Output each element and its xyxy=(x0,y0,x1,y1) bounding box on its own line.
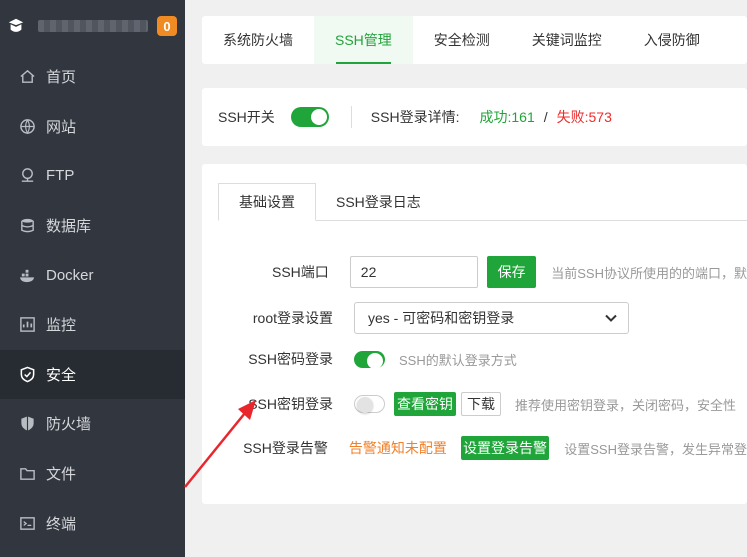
sidebar-item-label: 防火墙 xyxy=(46,416,92,434)
sidebar-item-security[interactable]: 安全 xyxy=(0,349,185,400)
fail-label: 失败: xyxy=(556,109,589,125)
tab-intrusion-prevention[interactable]: 入侵防御 xyxy=(623,16,721,64)
sidebar-header: 0 xyxy=(0,0,185,52)
docker-icon xyxy=(18,266,36,284)
password-login-toggle[interactable] xyxy=(354,350,385,369)
key-login-toggle[interactable] xyxy=(354,395,385,413)
sidebar-item-terminal[interactable]: 终端 xyxy=(0,498,185,548)
password-login-label: SSH密码登录 xyxy=(248,351,333,367)
database-icon xyxy=(18,217,36,235)
sidebar-nav: 首页 网站 FTP 数据库 Docker 监控 安全 防火墙 文件 终端 xyxy=(0,52,185,548)
sidebar-item-website[interactable]: 网站 xyxy=(0,102,185,152)
key-login-row: SSH密钥登录 查看密钥 下载 推荐使用密钥登录，关闭密码，安全性 xyxy=(202,392,747,416)
set-login-alert-button[interactable]: 设置登录告警 xyxy=(460,436,550,460)
terminal-icon xyxy=(18,514,36,532)
root-login-value: yes - 可密码和密钥登录 xyxy=(368,310,515,326)
settings-subtabs: 基础设置 SSH登录日志 xyxy=(218,183,747,221)
subtab-ssh-login-log[interactable]: SSH登录日志 xyxy=(316,183,441,220)
sidebar-item-label: 安全 xyxy=(46,366,77,384)
view-key-button[interactable]: 查看密钥 xyxy=(394,392,456,416)
ssh-port-input[interactable]: 22 xyxy=(349,256,478,288)
folder-icon xyxy=(18,465,36,483)
ssh-settings-panel: 基础设置 SSH登录日志 SSH端口 22 保存 当前SSH协议所使用的的端口，… xyxy=(202,164,747,504)
success-label: 成功: xyxy=(479,109,512,125)
download-key-button[interactable]: 下载 xyxy=(461,392,501,416)
sidebar-item-label: 数据库 xyxy=(46,218,92,236)
sidebar-item-ftp[interactable]: FTP xyxy=(0,151,185,201)
chevron-down-icon xyxy=(605,314,617,322)
ssh-switch-toggle[interactable] xyxy=(290,107,329,127)
sidebar-item-files[interactable]: 文件 xyxy=(0,449,185,499)
login-alert-row: SSH登录告警 告警通知未配置 设置登录告警 设置SSH登录告警，发生异常登 xyxy=(202,436,747,460)
ssh-switch-label: SSH开关 xyxy=(218,109,275,125)
ssh-login-detail-label: SSH登录详情: xyxy=(370,109,460,125)
password-login-row: SSH密码登录 SSH的默认登录方式 xyxy=(202,349,747,369)
sidebar-item-firewall[interactable]: 防火墙 xyxy=(0,399,185,449)
security-tabs: 系统防火墙 SSH管理 安全检测 关键词监控 入侵防御 xyxy=(202,16,747,64)
key-login-hint: 推荐使用密钥登录，关闭密码，安全性 xyxy=(515,397,737,413)
tab-ssh-management[interactable]: SSH管理 xyxy=(314,16,413,64)
success-count[interactable]: 161 xyxy=(511,109,534,125)
login-alert-hint: 设置SSH登录告警，发生异常登 xyxy=(564,441,747,457)
server-name-redacted xyxy=(38,20,148,32)
sidebar-item-home[interactable]: 首页 xyxy=(0,52,185,102)
ssh-status-bar: SSH开关 SSH登录详情: 成功: 161 / 失败: 573 xyxy=(202,88,747,146)
login-alert-label: SSH登录告警 xyxy=(243,440,328,456)
sidebar-item-monitor[interactable]: 监控 xyxy=(0,300,185,350)
sidebar-item-label: 监控 xyxy=(46,317,77,335)
sidebar-item-label: 网站 xyxy=(46,118,77,136)
alert-status-text: 告警通知未配置 xyxy=(348,440,447,456)
fail-count[interactable]: 573 xyxy=(589,109,612,125)
password-login-hint: SSH的默认登录方式 xyxy=(399,352,517,368)
globe-icon xyxy=(18,117,36,135)
sidebar: 0 首页 网站 FTP 数据库 Docker 监控 安全 防火墙 文件 终端 xyxy=(0,0,185,557)
sidebar-item-label: FTP xyxy=(46,167,75,185)
key-login-label: SSH密钥登录 xyxy=(248,396,333,412)
root-login-label: root登录设置 xyxy=(252,310,333,326)
sidebar-item-database[interactable]: 数据库 xyxy=(0,201,185,251)
ssh-port-label: SSH端口 xyxy=(271,264,329,280)
sidebar-item-label: 终端 xyxy=(46,515,77,533)
save-port-button[interactable]: 保存 xyxy=(486,256,537,288)
root-login-select[interactable]: yes - 可密码和密钥登录 xyxy=(354,302,629,334)
divider xyxy=(350,106,352,128)
notification-badge[interactable]: 0 xyxy=(157,16,177,36)
ssh-port-hint: 当前SSH协议所使用的的端口，默 xyxy=(551,265,747,281)
shield-check-icon xyxy=(18,365,36,383)
home-icon xyxy=(18,68,36,86)
monitor-icon xyxy=(18,316,36,334)
logo-icon xyxy=(6,15,26,37)
tab-security-check[interactable]: 安全检测 xyxy=(413,16,511,64)
sidebar-item-docker[interactable]: Docker xyxy=(0,250,185,300)
sidebar-item-label: Docker xyxy=(46,266,94,284)
tab-keyword-monitor[interactable]: 关键词监控 xyxy=(511,16,623,64)
firewall-shield-icon xyxy=(18,415,36,433)
sidebar-item-label: 文件 xyxy=(46,466,77,484)
count-separator: / xyxy=(543,109,548,125)
ftp-icon xyxy=(18,167,36,185)
subtab-basic-settings[interactable]: 基础设置 xyxy=(218,183,316,221)
sidebar-item-label: 首页 xyxy=(46,69,77,87)
tab-system-firewall[interactable]: 系统防火墙 xyxy=(202,16,314,64)
root-login-row: root登录设置 yes - 可密码和密钥登录 xyxy=(202,302,747,334)
ssh-port-row: SSH端口 22 保存 当前SSH协议所使用的的端口，默 xyxy=(202,256,747,288)
